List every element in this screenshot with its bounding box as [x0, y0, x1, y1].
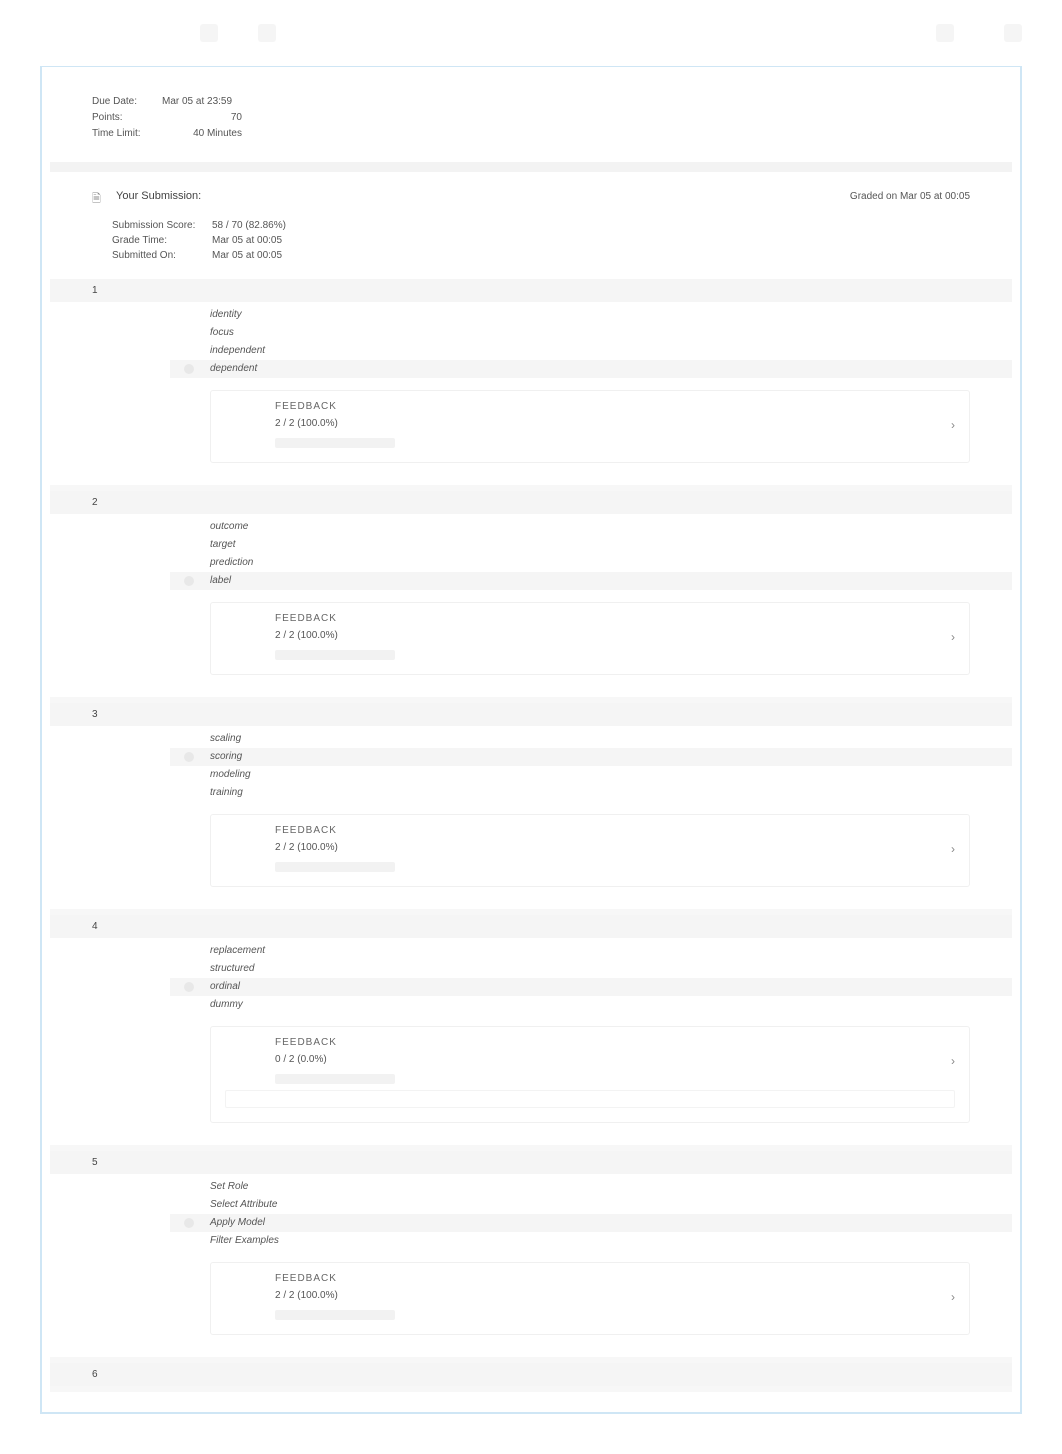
feedback-label: FEEDBACK: [275, 825, 955, 836]
due-date-value: Mar 05 at 23:59: [162, 96, 242, 107]
question-score: 0 / 2 (0.0%): [275, 1054, 327, 1065]
question-score: 2 / 2 (100.0%): [275, 418, 338, 429]
expand-icon[interactable]: ›: [951, 842, 955, 856]
answer-option[interactable]: scaling: [210, 730, 1012, 748]
question-options: replacementstructuredordinaldummy: [50, 938, 1012, 1018]
submitted-on-label: Submitted On:: [112, 250, 212, 261]
answer-option[interactable]: ordinal: [170, 978, 1012, 996]
feedback-box: FEEDBACK 2 / 2 (100.0%) ›: [210, 1262, 970, 1335]
answer-option[interactable]: Select Attribute: [210, 1196, 1012, 1214]
redacted-line: [275, 862, 395, 872]
submission-info: Submission Score: 58 / 70 (82.86%) Grade…: [42, 212, 1020, 279]
question-options: scalingscoringmodelingtraining: [50, 726, 1012, 806]
answer-option[interactable]: scoring: [170, 748, 1012, 766]
feedback-extra: [225, 1090, 955, 1108]
answer-option[interactable]: outcome: [210, 518, 1012, 536]
submission-score-value: 58 / 70 (82.86%): [212, 220, 286, 231]
redacted-line: [275, 1074, 395, 1084]
question-number: 5: [50, 1151, 1012, 1174]
redacted-line: [275, 1310, 395, 1320]
question: 4replacementstructuredordinaldummyFEEDBA…: [50, 915, 1012, 1123]
answer-option[interactable]: dependent: [170, 360, 1012, 378]
question-number: 3: [50, 703, 1012, 726]
grade-time-value: Mar 05 at 00:05: [212, 235, 282, 246]
question-score: 2 / 2 (100.0%): [275, 1290, 338, 1301]
answer-option[interactable]: Set Role: [210, 1178, 1012, 1196]
grade-time-label: Grade Time:: [112, 235, 212, 246]
answer-option[interactable]: structured: [210, 960, 1012, 978]
answer-option[interactable]: label: [170, 572, 1012, 590]
section-divider: [50, 162, 1012, 172]
question-score: 2 / 2 (100.0%): [275, 630, 338, 641]
answer-option[interactable]: independent: [210, 342, 1012, 360]
question-divider: [50, 1386, 1012, 1392]
toolbar-icon[interactable]: [258, 24, 276, 42]
expand-icon[interactable]: ›: [951, 418, 955, 432]
answer-option[interactable]: Filter Examples: [210, 1232, 1012, 1250]
question-number: 1: [50, 279, 1012, 302]
answer-option[interactable]: replacement: [210, 942, 1012, 960]
toolbar-icon[interactable]: [936, 24, 954, 42]
submission-score-label: Submission Score:: [112, 220, 212, 231]
answer-option[interactable]: Apply Model: [170, 1214, 1012, 1232]
answer-option[interactable]: prediction: [210, 554, 1012, 572]
graded-on: Graded on Mar 05 at 00:05: [850, 191, 970, 202]
question: 6: [50, 1363, 1012, 1386]
answer-option[interactable]: focus: [210, 324, 1012, 342]
question: 3scalingscoringmodelingtrainingFEEDBACK2…: [50, 703, 1012, 887]
document-icon: 🗎: [92, 190, 102, 202]
question-score: 2 / 2 (100.0%): [275, 842, 338, 853]
feedback-label: FEEDBACK: [275, 1037, 955, 1048]
answer-option[interactable]: dummy: [210, 996, 1012, 1014]
answer-option[interactable]: training: [210, 784, 1012, 802]
submitted-on-value: Mar 05 at 00:05: [212, 250, 282, 261]
redacted-line: [275, 650, 395, 660]
feedback-label: FEEDBACK: [275, 1273, 955, 1284]
question-options: outcometargetpredictionlabel: [50, 514, 1012, 594]
quiz-meta: Due Date: Mar 05 at 23:59 Points: 70 Tim…: [42, 66, 1020, 162]
feedback-label: FEEDBACK: [275, 613, 955, 624]
toolbar-icon[interactable]: [200, 24, 218, 42]
expand-icon[interactable]: ›: [951, 1290, 955, 1304]
points-label: Points:: [92, 112, 162, 123]
question-options: identityfocusindependentdependent: [50, 302, 1012, 382]
question-number: 6: [50, 1363, 1012, 1386]
points-value: 70: [162, 112, 242, 123]
submission-title: Your Submission:: [116, 190, 201, 202]
page-container: Due Date: Mar 05 at 23:59 Points: 70 Tim…: [40, 66, 1022, 1414]
due-date-label: Due Date:: [92, 96, 162, 107]
question-options: Set RoleSelect AttributeApply ModelFilte…: [50, 1174, 1012, 1254]
submission-header: 🗎 Your Submission: Graded on Mar 05 at 0…: [42, 172, 1020, 212]
question-number: 4: [50, 915, 1012, 938]
question: 1identityfocusindependentdependentFEEDBA…: [50, 279, 1012, 463]
answer-option[interactable]: modeling: [210, 766, 1012, 784]
answer-option[interactable]: identity: [210, 306, 1012, 324]
feedback-box: FEEDBACK 0 / 2 (0.0%) ›: [210, 1026, 970, 1123]
time-limit-value: 40 Minutes: [162, 128, 242, 139]
feedback-box: FEEDBACK 2 / 2 (100.0%) ›: [210, 602, 970, 675]
time-limit-label: Time Limit:: [92, 128, 162, 139]
answer-option[interactable]: target: [210, 536, 1012, 554]
top-toolbar: [0, 0, 1062, 66]
expand-icon[interactable]: ›: [951, 1054, 955, 1068]
redacted-line: [275, 438, 395, 448]
question-number: 2: [50, 491, 1012, 514]
question: 2outcometargetpredictionlabelFEEDBACK2 /…: [50, 491, 1012, 675]
feedback-label: FEEDBACK: [275, 401, 955, 412]
question: 5Set RoleSelect AttributeApply ModelFilt…: [50, 1151, 1012, 1335]
toolbar-icon[interactable]: [1004, 24, 1022, 42]
expand-icon[interactable]: ›: [951, 630, 955, 644]
feedback-box: FEEDBACK 2 / 2 (100.0%) ›: [210, 390, 970, 463]
feedback-box: FEEDBACK 2 / 2 (100.0%) ›: [210, 814, 970, 887]
